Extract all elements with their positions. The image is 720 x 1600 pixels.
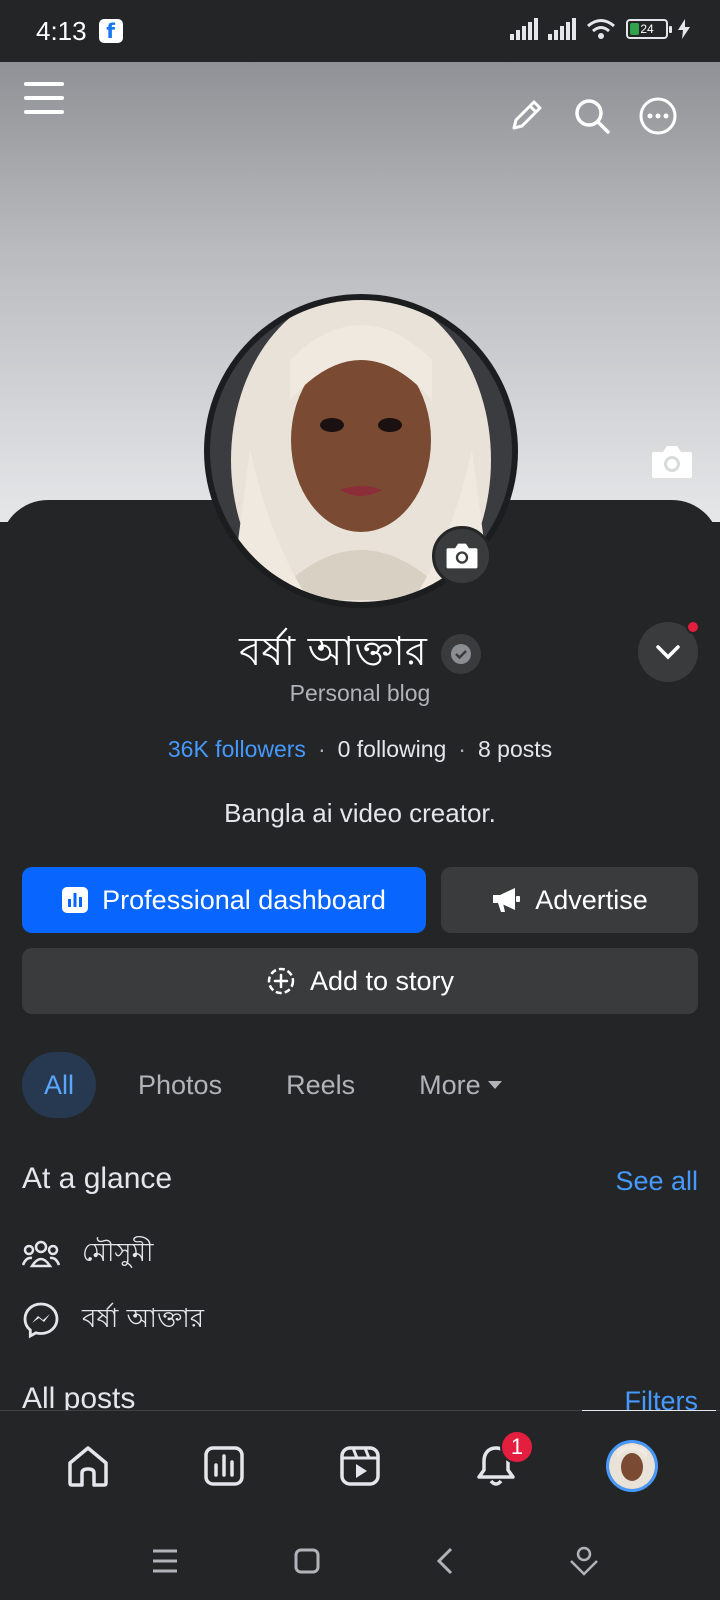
home-button-icon[interactable] bbox=[293, 1547, 321, 1575]
nav-notifications[interactable]: 1 bbox=[456, 1426, 536, 1506]
friends-icon bbox=[22, 1240, 60, 1268]
charging-icon bbox=[678, 19, 690, 39]
battery-icon: 24 bbox=[626, 19, 672, 39]
tab-reels[interactable]: Reels bbox=[264, 1052, 377, 1118]
see-all-link[interactable]: See all bbox=[615, 1166, 698, 1197]
filters-link[interactable]: Filters bbox=[625, 1384, 699, 1410]
glance-item-messenger[interactable]: বর্ষা আক্তার bbox=[22, 1298, 204, 1342]
profile-camera-button[interactable] bbox=[432, 526, 492, 586]
nav-video[interactable] bbox=[320, 1426, 400, 1506]
facebook-notification-icon: f bbox=[98, 19, 123, 43]
status-bar: 4:13 f 24 bbox=[0, 0, 720, 62]
advertise-label: Advertise bbox=[535, 884, 648, 915]
caret-down-icon bbox=[487, 1081, 502, 1089]
profile-bio: Bangla ai video creator. bbox=[224, 798, 496, 828]
glance-item-friends[interactable]: মৌসুমী bbox=[22, 1232, 153, 1276]
profile-dropdown-button[interactable] bbox=[638, 620, 700, 682]
tab-all-label: All bbox=[44, 1069, 75, 1100]
menu-icon[interactable] bbox=[24, 80, 64, 116]
cover-camera-icon[interactable] bbox=[650, 444, 694, 480]
professional-dashboard-label: Professional dashboard bbox=[102, 884, 386, 915]
tab-photos[interactable]: Photos bbox=[116, 1052, 244, 1118]
name-row: বর্ষা আক্তার bbox=[0, 620, 720, 687]
battery-level: 24 bbox=[640, 22, 654, 36]
posts-count: 8 posts bbox=[477, 736, 553, 762]
wifi-icon bbox=[587, 19, 615, 39]
recent-apps-icon[interactable] bbox=[151, 1548, 179, 1574]
tab-reels-label: Reels bbox=[286, 1069, 356, 1100]
system-navigation bbox=[0, 1521, 720, 1600]
professional-dashboard-button[interactable]: Professional dashboard bbox=[22, 867, 426, 933]
back-icon[interactable] bbox=[435, 1546, 455, 1576]
nav-profile[interactable] bbox=[592, 1426, 672, 1506]
advertise-button[interactable]: Advertise bbox=[441, 867, 698, 933]
dashboard-icon bbox=[204, 1446, 244, 1486]
bottom-navigation: 1 bbox=[0, 1411, 720, 1521]
separator: · bbox=[458, 736, 466, 762]
profile-tabs: All Photos Reels More bbox=[22, 1052, 525, 1118]
assistant-icon[interactable] bbox=[569, 1545, 599, 1577]
messenger-icon bbox=[23, 1302, 59, 1339]
glance-item-friends-label: মৌসুমী bbox=[82, 1238, 154, 1268]
tab-more-label: More bbox=[419, 1069, 481, 1100]
tab-all[interactable]: All bbox=[22, 1052, 97, 1118]
tab-photos-label: Photos bbox=[138, 1069, 223, 1100]
notification-dot bbox=[686, 620, 700, 634]
all-posts-title: All posts bbox=[22, 1382, 136, 1410]
home-icon bbox=[68, 1446, 108, 1487]
dashboard-icon bbox=[62, 887, 89, 913]
signal-icon-2 bbox=[548, 18, 576, 40]
glance-item-messenger-label: বর্ষা আক্তার bbox=[82, 1304, 205, 1334]
tab-more[interactable]: More bbox=[397, 1052, 525, 1118]
add-to-story-label: Add to story bbox=[309, 965, 455, 996]
chevron-down-icon bbox=[656, 645, 680, 660]
edit-icon[interactable] bbox=[506, 96, 546, 136]
at-a-glance-title: At a glance bbox=[22, 1162, 173, 1195]
status-time: 4:13 bbox=[36, 15, 87, 46]
status-icons: 24 bbox=[510, 18, 690, 40]
nav-home[interactable] bbox=[48, 1426, 128, 1506]
camera-icon bbox=[446, 543, 478, 569]
search-icon[interactable] bbox=[572, 96, 612, 136]
separator: · bbox=[317, 736, 326, 762]
followers-link[interactable]: 36K followers bbox=[168, 736, 306, 763]
following-link[interactable]: 0 following bbox=[338, 736, 447, 763]
add-to-story-button[interactable]: Add to story bbox=[22, 948, 698, 1014]
profile-avatar bbox=[606, 1440, 658, 1492]
signal-icon bbox=[510, 18, 538, 40]
megaphone-icon bbox=[493, 888, 521, 912]
more-options-icon[interactable] bbox=[638, 96, 678, 136]
profile-stats: 36K followers · 0 following · 8 posts bbox=[0, 736, 720, 763]
nav-dashboard[interactable] bbox=[184, 1426, 264, 1506]
video-icon bbox=[340, 1446, 380, 1486]
verified-badge-icon bbox=[440, 633, 481, 674]
notification-badge: 1 bbox=[500, 1430, 534, 1464]
add-story-icon bbox=[267, 967, 295, 995]
profile-category: Personal blog bbox=[289, 680, 431, 706]
profile-name: বর্ষা আক্তার bbox=[239, 629, 427, 675]
